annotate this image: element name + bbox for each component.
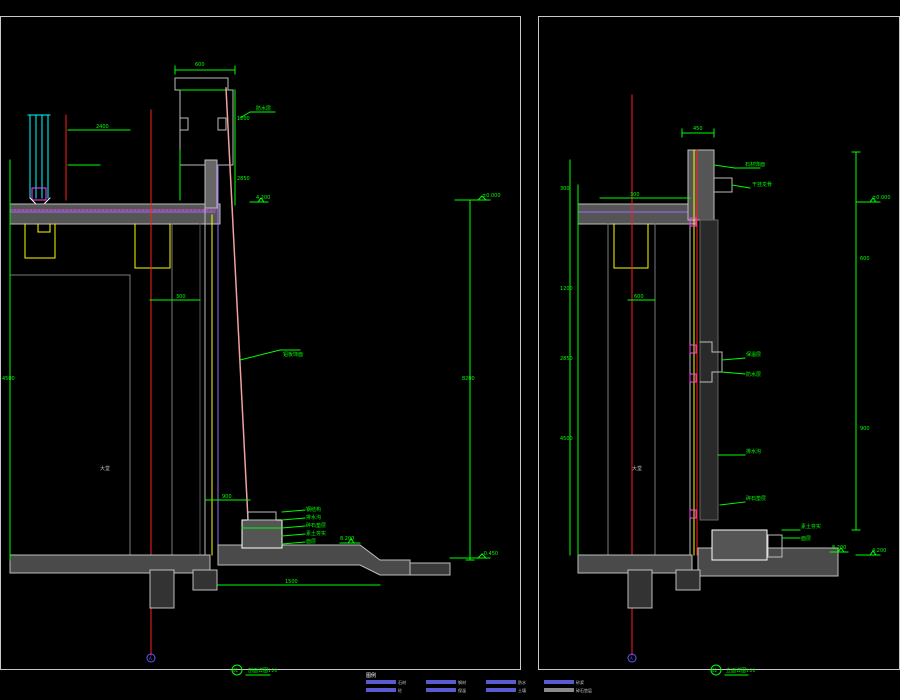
left-dim-v1: 1200 (237, 116, 250, 122)
left-level-3: 4.200 (256, 195, 270, 201)
left-callout-1: 防水层 (256, 105, 271, 112)
interior-lines (9, 223, 173, 556)
svg-text:防水: 防水 (518, 679, 526, 685)
svg-text:砂浆: 砂浆 (576, 679, 584, 685)
right-dim-v1: 300 (560, 186, 570, 192)
legend-item: 防水 (486, 679, 526, 685)
right-level-3: 8.200 (832, 545, 846, 551)
levels-left (249, 195, 491, 559)
svg-text:土壤: 土壤 (518, 687, 526, 693)
left-callout-2: 铝板饰面 (283, 351, 303, 358)
right-axis-marker: A (630, 656, 633, 661)
svg-text:钢材: 钢材 (458, 679, 466, 685)
right-sheet-label: 立面详图 (726, 667, 746, 674)
right-callout-3: 保温层 (746, 351, 761, 358)
levels-right (829, 197, 881, 556)
left-sheet-label: 剖面详图 (248, 667, 268, 674)
legend-title: 图例 (366, 672, 376, 679)
right-dim-h1: 300 (630, 192, 640, 198)
right-callout-6: 碎石垫层 (746, 495, 766, 502)
legend-item: 砼 (366, 687, 402, 693)
left-sheet-scale: 1:20 (268, 668, 277, 673)
floor-slab-right (577, 203, 697, 225)
right-callout-1: 石材饰面 (745, 161, 765, 168)
legend-item: 砂浆 (544, 679, 584, 685)
right-callout-8: 面层 (801, 536, 811, 542)
right-callout-4: 防水层 (746, 371, 761, 378)
curtain-wall (27, 114, 51, 209)
left-axis-marker: A (149, 656, 152, 661)
parapet (174, 77, 234, 209)
cad-drawing: 600 1200 2850 4500 8200 300 1500 2400 90… (0, 16, 900, 693)
left-dim-v4: 8200 (462, 376, 475, 382)
legend-item: 保温 (426, 687, 466, 693)
right-sheet-scale: 1:20 (746, 668, 755, 673)
right-level-1: ±0.000 (872, 195, 891, 201)
left-dim-h4: 900 (222, 494, 232, 500)
left-level-1: ±0.000 (482, 193, 501, 199)
right-section (569, 94, 881, 676)
left-callout-4: 排水沟 (306, 514, 321, 521)
ground-right (577, 529, 839, 609)
right-dim-v5: 600 (860, 256, 870, 262)
left-texts: 600 1200 2850 4500 8200 300 1500 2400 90… (2, 62, 501, 674)
left-room-label: 大堂 (100, 465, 110, 472)
floor-slab (9, 203, 221, 225)
left-dim-h1: 300 (176, 294, 186, 300)
right-callout-5: 排水沟 (746, 448, 761, 455)
left-section (9, 65, 491, 676)
beam-right (613, 223, 649, 269)
right-level-2: 4.200 (872, 548, 886, 554)
left-level-4: 8.200 (340, 536, 354, 542)
ground-left (9, 544, 451, 609)
right-marker-num: 02 (712, 668, 718, 673)
right-dim-v4: 4500 (560, 436, 573, 442)
legend-item: 石材 (366, 679, 406, 685)
svg-text:保温: 保温 (458, 687, 466, 693)
right-dim-h2: 600 (634, 294, 644, 300)
left-callout-5: 碎石垫层 (306, 522, 326, 529)
right-dim-v6: 900 (860, 426, 870, 432)
left-callout-7: 面层 (306, 539, 316, 545)
right-callout-2: 干挂龙骨 (752, 181, 772, 188)
parapet-right (687, 149, 733, 221)
callouts-left-leaders (239, 111, 306, 545)
left-dim-v3: 4500 (2, 376, 15, 382)
left-marker-num: 01 (233, 668, 239, 673)
svg-text:碎石垫层: 碎石垫层 (576, 687, 592, 693)
svg-text:砼: 砼 (398, 687, 402, 693)
beam-small (37, 223, 51, 233)
left-dim-h2: 1500 (285, 579, 298, 585)
drain-pit-left (241, 511, 283, 549)
legend-item: 土壤 (486, 687, 526, 693)
left-callout-3: 钢结构 (306, 506, 321, 513)
legend: 图例 石材 砼 钢材 保温 防水 土壤 砂浆 碎石垫层 (366, 672, 592, 693)
right-room-label: 大堂 (632, 465, 642, 472)
left-dim-top: 600 (195, 62, 205, 68)
right-dim-v3: 2850 (560, 356, 573, 362)
left-callout-6: 素土夯实 (306, 530, 326, 537)
legend-item: 钢材 (426, 679, 466, 685)
left-level-2: -0.450 (482, 551, 498, 557)
dims-left (9, 65, 475, 586)
left-dim-h3: 2400 (96, 124, 109, 130)
right-dim-v2: 1200 (560, 286, 573, 292)
sloped-support (225, 87, 249, 521)
svg-text:石材: 石材 (398, 679, 406, 685)
legend-item: 碎石垫层 (544, 687, 592, 693)
left-dim-v2: 2850 (237, 176, 250, 182)
beam-middle (134, 223, 171, 269)
right-callout-7: 素土夯实 (801, 523, 821, 530)
right-dim-top: 450 (693, 126, 703, 132)
